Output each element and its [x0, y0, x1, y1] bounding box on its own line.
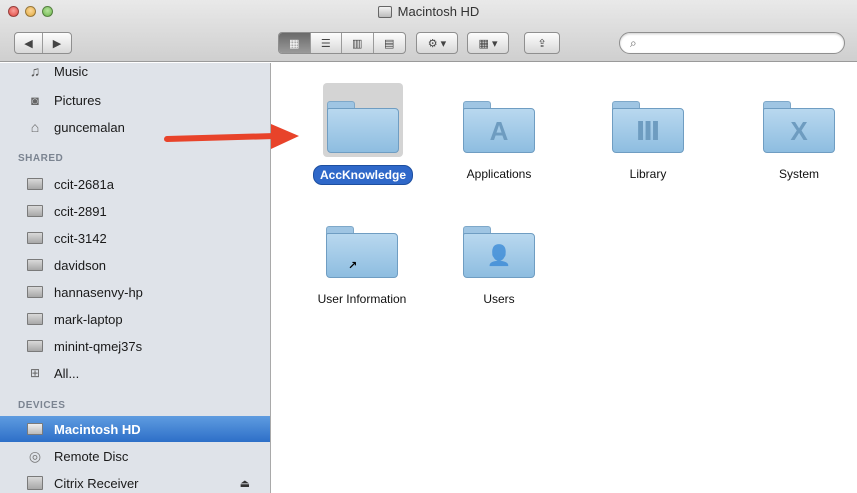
search-input[interactable]	[640, 37, 831, 49]
sidebar-item-macintosh-hd[interactable]: Macintosh HD	[0, 416, 270, 442]
sidebar-item-label: guncemalan	[54, 119, 125, 135]
computer-icon	[26, 339, 44, 353]
users-folder-icon: 👤	[463, 226, 535, 278]
sidebar-item-shared-computer[interactable]: ccit-3142	[0, 225, 270, 251]
drive-icon	[26, 476, 44, 490]
folder-icon-wrapper: X	[759, 83, 839, 157]
folder-item-accknowledge[interactable]: AccKnowledge	[303, 83, 423, 185]
arrange-menu-button[interactable]: ▦ ▾	[467, 32, 509, 54]
alias-arrow-icon: ↗	[348, 260, 358, 272]
list-view-button[interactable]: ☰	[311, 33, 342, 53]
folder-label: Library	[629, 167, 667, 181]
computer-icon	[26, 312, 44, 326]
sidebar-item-label: Music	[54, 63, 88, 79]
file-browser-content: AccKnowledge A Applications Ⅲ Library X …	[272, 63, 857, 493]
sidebar-item-label: Macintosh HD	[54, 421, 141, 437]
folder-label: AccKnowledge	[312, 165, 413, 185]
folder-item-library[interactable]: Ⅲ Library	[588, 83, 708, 183]
sidebar-section-shared: SHARED	[18, 153, 64, 164]
sidebar-item-shared-computer[interactable]: mark-laptop	[0, 306, 270, 332]
sidebar-item-remote-disc[interactable]: ◎ Remote Disc	[0, 443, 270, 469]
sidebar-item-label: ccit-2681a	[54, 176, 114, 192]
sidebar-item-shared-computer[interactable]: hannasenvy-hp	[0, 279, 270, 305]
sidebar-item-music[interactable]: ♫ Music	[0, 58, 270, 84]
camera-icon: ◙	[31, 92, 39, 108]
window-title: Macintosh HD	[0, 4, 857, 19]
sidebar-item-label: hannasenvy-hp	[54, 284, 143, 300]
system-folder-icon: X	[763, 101, 835, 153]
library-folder-icon: Ⅲ	[612, 101, 684, 153]
sidebar-item-shared-computer[interactable]: ccit-2891	[0, 198, 270, 224]
computer-icon	[26, 177, 44, 191]
sidebar-item-label: davidson	[54, 257, 107, 273]
computer-icon	[26, 204, 44, 218]
search-icon: ⌕	[630, 35, 637, 50]
applications-folder-icon: A	[463, 101, 535, 153]
sidebar-item-citrix-receiver[interactable]: Citrix Receiver ⏏	[0, 470, 270, 493]
eject-icon[interactable]: ⏏	[240, 477, 250, 490]
sidebar-item-label: Citrix Receiver	[54, 475, 139, 491]
sidebar-item-label: mark-laptop	[54, 311, 123, 327]
folder-icon-wrapper: 👤	[459, 208, 539, 282]
share-button[interactable]: ⇪	[524, 32, 560, 54]
folder-item-users[interactable]: 👤 Users	[439, 208, 559, 308]
sidebar-item-label: Remote Disc	[54, 448, 129, 464]
window-title-text: Macintosh HD	[397, 4, 480, 19]
sidebar-section-devices: DEVICES	[18, 400, 66, 411]
icon-view-button[interactable]: ▦	[279, 33, 311, 53]
forward-button[interactable]: ▶	[43, 33, 71, 53]
folder-icon-wrapper: A	[459, 83, 539, 157]
folder-icon-wrapper	[323, 83, 403, 157]
computer-icon	[26, 285, 44, 299]
folder-icon-wrapper: ↗	[322, 208, 402, 282]
red-annotation-arrow	[164, 124, 299, 149]
sidebar-item-shared-computer[interactable]: minint-qmej37s	[0, 333, 270, 359]
folder-label: Users	[483, 292, 515, 306]
folder-icon-wrapper: Ⅲ	[608, 83, 688, 157]
disc-icon: ◎	[28, 447, 42, 464]
action-menu-button[interactable]: ⚙ ▾	[416, 32, 458, 54]
home-icon: ⌂	[30, 119, 40, 135]
folder-label: System	[778, 167, 819, 181]
music-icon: ♫	[29, 63, 41, 79]
sidebar-item-shared-computer[interactable]: davidson	[0, 252, 270, 278]
sidebar-item-label: ccit-2891	[54, 203, 107, 219]
view-mode-control: ▦ ☰ ▥ ▤	[278, 32, 406, 54]
folder-item-system[interactable]: X System	[739, 83, 857, 183]
computer-icon	[26, 258, 44, 272]
sidebar-item-label: All...	[54, 365, 80, 381]
coverflow-view-button[interactable]: ▤	[374, 33, 405, 53]
sidebar-item-shared-all[interactable]: ⊞ All...	[0, 360, 270, 386]
back-button[interactable]: ◀	[15, 33, 44, 53]
sidebar-item-label: ccit-3142	[54, 230, 107, 246]
search-field[interactable]: ⌕	[619, 32, 845, 54]
sidebar-item-label: minint-qmej37s	[54, 338, 143, 354]
back-forward-control: ◀ ▶	[14, 32, 72, 54]
sidebar-item-shared-computer[interactable]: ccit-2681a	[0, 171, 270, 197]
sidebar-item-label: Pictures	[54, 92, 101, 108]
computer-icon	[26, 231, 44, 245]
hard-drive-icon	[26, 422, 44, 436]
folder-item-user-information[interactable]: ↗ User Information	[287, 208, 437, 308]
folder-item-applications[interactable]: A Applications	[439, 83, 559, 183]
window-toolbar: Macintosh HD ◀ ▶ ▦ ☰ ▥ ▤ ⚙ ▾ ▦ ▾ ⇪ ⌕	[0, 0, 857, 62]
network-icon: ⊞	[29, 366, 41, 380]
sidebar-item-pictures[interactable]: ◙ Pictures	[0, 87, 270, 113]
column-view-button[interactable]: ▥	[342, 33, 374, 53]
hard-drive-icon	[377, 5, 392, 18]
folder-label: Applications	[466, 167, 532, 181]
folder-label: User Information	[317, 292, 407, 306]
folder-icon	[327, 101, 399, 153]
alias-folder-icon: ↗	[326, 226, 398, 278]
